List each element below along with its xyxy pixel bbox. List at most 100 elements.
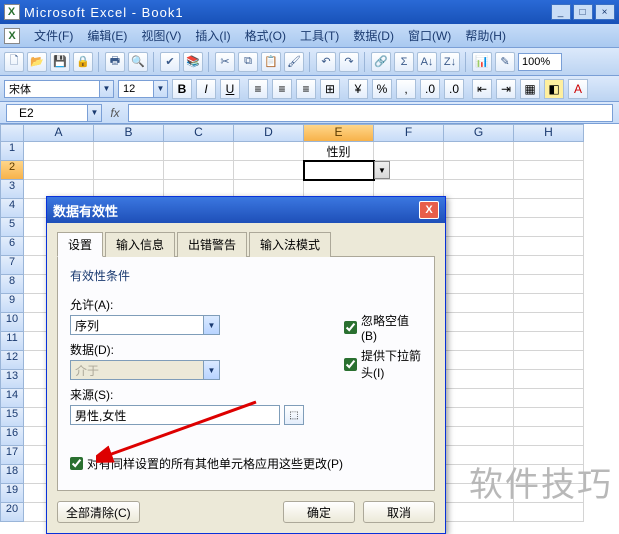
- currency-icon[interactable]: ¥: [348, 79, 368, 99]
- spellcheck-icon[interactable]: ✔: [160, 52, 180, 72]
- row-header-6[interactable]: 6: [0, 237, 24, 256]
- column-header-C[interactable]: C: [164, 124, 234, 142]
- cell-G5[interactable]: [444, 218, 514, 237]
- copy-icon[interactable]: ⧉: [238, 52, 258, 72]
- row-header-7[interactable]: 7: [0, 256, 24, 275]
- decrease-decimal-icon[interactable]: .0: [444, 79, 464, 99]
- undo-icon[interactable]: ↶: [316, 52, 336, 72]
- cell-dropdown-icon[interactable]: ▼: [374, 161, 390, 179]
- cell-H6[interactable]: [514, 237, 584, 256]
- source-input[interactable]: 男性,女性: [70, 405, 280, 425]
- cell-H3[interactable]: [514, 180, 584, 199]
- name-box[interactable]: E2 ▼: [6, 104, 102, 122]
- cell-H14[interactable]: [514, 389, 584, 408]
- cell-E1[interactable]: 性别: [304, 142, 374, 161]
- cell-G7[interactable]: [444, 256, 514, 275]
- align-right-icon[interactable]: ≡: [296, 79, 316, 99]
- percent-icon[interactable]: %: [372, 79, 392, 99]
- menu-tools[interactable]: 工具(T): [300, 27, 339, 44]
- format-painter-icon[interactable]: 🖌: [284, 52, 304, 72]
- cell-H16[interactable]: [514, 427, 584, 446]
- menu-view[interactable]: 视图(V): [141, 27, 181, 44]
- in-cell-dropdown-input[interactable]: [344, 358, 357, 371]
- row-header-11[interactable]: 11: [0, 332, 24, 351]
- menu-data[interactable]: 数据(D): [353, 27, 394, 44]
- research-icon[interactable]: 📚: [183, 52, 203, 72]
- new-icon[interactable]: 🗋: [4, 52, 24, 72]
- cell-A1[interactable]: [24, 142, 94, 161]
- cancel-button[interactable]: 取消: [363, 501, 435, 523]
- ignore-blank-input[interactable]: [344, 321, 357, 334]
- align-center-icon[interactable]: ≡: [272, 79, 292, 99]
- font-color-icon[interactable]: A: [568, 79, 588, 99]
- cell-H4[interactable]: [514, 199, 584, 218]
- cell-G3[interactable]: [444, 180, 514, 199]
- cell-B2[interactable]: [94, 161, 164, 180]
- drawing-icon[interactable]: ✎: [495, 52, 515, 72]
- row-header-19[interactable]: 19: [0, 484, 24, 503]
- row-header-5[interactable]: 5: [0, 218, 24, 237]
- chart-icon[interactable]: 📊: [472, 52, 492, 72]
- cell-G16[interactable]: [444, 427, 514, 446]
- open-icon[interactable]: 📂: [27, 52, 47, 72]
- formula-input[interactable]: [128, 104, 613, 122]
- row-header-4[interactable]: 4: [0, 199, 24, 218]
- allow-combo[interactable]: 序列 ▼: [70, 315, 220, 335]
- fontsize-combo[interactable]: 12▼: [118, 80, 168, 98]
- cell-C2[interactable]: [164, 161, 234, 180]
- row-header-12[interactable]: 12: [0, 351, 24, 370]
- menu-window[interactable]: 窗口(W): [408, 27, 451, 44]
- cell-F1[interactable]: [374, 142, 444, 161]
- menu-help[interactable]: 帮助(H): [465, 27, 506, 44]
- merge-center-icon[interactable]: ⊞: [320, 79, 340, 99]
- row-header-10[interactable]: 10: [0, 313, 24, 332]
- tab-error-alert[interactable]: 出错警告: [177, 232, 247, 257]
- column-header-D[interactable]: D: [234, 124, 304, 142]
- row-header-20[interactable]: 20: [0, 503, 24, 522]
- dialog-close-button[interactable]: X: [419, 201, 439, 219]
- ignore-blank-checkbox[interactable]: 忽略空值(B): [344, 312, 422, 343]
- column-header-H[interactable]: H: [514, 124, 584, 142]
- cell-G15[interactable]: [444, 408, 514, 427]
- row-header-9[interactable]: 9: [0, 294, 24, 313]
- italic-button[interactable]: I: [196, 79, 216, 99]
- align-left-icon[interactable]: ≡: [248, 79, 268, 99]
- select-all-corner[interactable]: [0, 124, 24, 142]
- cell-G13[interactable]: [444, 370, 514, 389]
- column-header-B[interactable]: B: [94, 124, 164, 142]
- apply-changes-input[interactable]: [70, 457, 83, 470]
- menu-edit[interactable]: 编辑(E): [87, 27, 127, 44]
- column-header-G[interactable]: G: [444, 124, 514, 142]
- cell-C1[interactable]: [164, 142, 234, 161]
- underline-button[interactable]: U: [220, 79, 240, 99]
- cell-H15[interactable]: [514, 408, 584, 427]
- sort-asc-icon[interactable]: A↓: [417, 52, 437, 72]
- cell-G10[interactable]: [444, 313, 514, 332]
- menu-format[interactable]: 格式(O): [245, 27, 286, 44]
- cell-H13[interactable]: [514, 370, 584, 389]
- cell-G8[interactable]: [444, 275, 514, 294]
- column-header-E[interactable]: E: [304, 124, 374, 142]
- cell-E2[interactable]: ▼: [304, 161, 374, 180]
- minimize-button[interactable]: _: [551, 4, 571, 20]
- dialog-titlebar[interactable]: 数据有效性 X: [47, 197, 445, 223]
- cell-G1[interactable]: [444, 142, 514, 161]
- print-preview-icon[interactable]: 🔍: [128, 52, 148, 72]
- hyperlink-icon[interactable]: 🔗: [371, 52, 391, 72]
- in-cell-dropdown-checkbox[interactable]: 提供下拉箭头(I): [344, 347, 422, 381]
- cell-G6[interactable]: [444, 237, 514, 256]
- cell-H1[interactable]: [514, 142, 584, 161]
- maximize-button[interactable]: □: [573, 4, 593, 20]
- row-header-18[interactable]: 18: [0, 465, 24, 484]
- cell-H2[interactable]: [514, 161, 584, 180]
- autosum-icon[interactable]: Σ: [394, 52, 414, 72]
- cut-icon[interactable]: ✂: [215, 52, 235, 72]
- save-icon[interactable]: 💾: [50, 52, 70, 72]
- cell-H9[interactable]: [514, 294, 584, 313]
- cell-G12[interactable]: [444, 351, 514, 370]
- tab-settings[interactable]: 设置: [57, 232, 103, 257]
- cell-G4[interactable]: [444, 199, 514, 218]
- increase-decimal-icon[interactable]: .0: [420, 79, 440, 99]
- row-header-13[interactable]: 13: [0, 370, 24, 389]
- cell-H5[interactable]: [514, 218, 584, 237]
